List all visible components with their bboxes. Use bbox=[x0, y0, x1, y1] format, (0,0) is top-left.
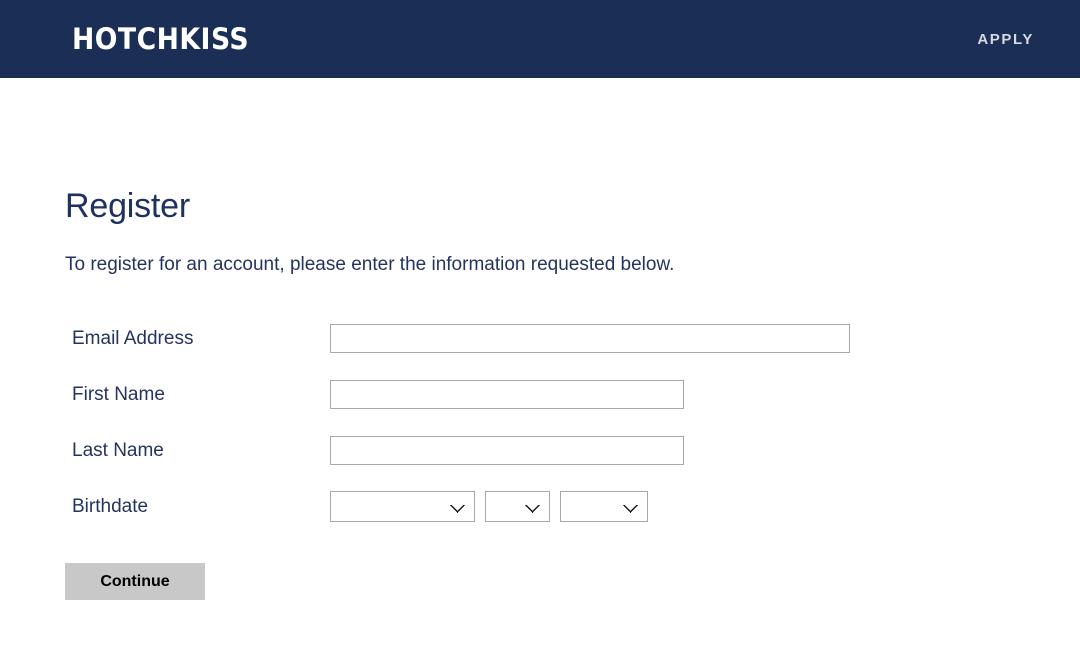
label-first-name: First Name bbox=[72, 383, 165, 405]
site-header: HOTCHKISS APPLY bbox=[0, 0, 1080, 78]
brand-logo[interactable]: HOTCHKISS bbox=[72, 24, 249, 54]
page-title: Register bbox=[65, 187, 191, 225]
birthdate-group bbox=[330, 490, 648, 522]
form-row-last-name: Last Name bbox=[65, 422, 1080, 478]
main-content: Register To register for an account, ple… bbox=[0, 78, 1080, 601]
register-form: Email Address First Name Last Name Birth… bbox=[65, 277, 1080, 601]
submit-row: Continue bbox=[65, 534, 1080, 601]
label-email-address: Email Address bbox=[72, 327, 194, 349]
label-last-name: Last Name bbox=[72, 439, 164, 461]
form-row-email: Email Address bbox=[65, 310, 1080, 366]
label-birthdate: Birthdate bbox=[72, 495, 149, 517]
birthdate-day-select[interactable] bbox=[485, 490, 550, 522]
last-name-input[interactable] bbox=[330, 435, 684, 465]
email-input[interactable] bbox=[330, 323, 850, 353]
birthdate-year-select[interactable] bbox=[560, 490, 648, 522]
form-row-first-name: First Name bbox=[65, 366, 1080, 422]
page-intro-text: To register for an account, please enter… bbox=[65, 254, 675, 276]
continue-button[interactable]: Continue bbox=[65, 563, 205, 601]
apply-link[interactable]: APPLY bbox=[977, 32, 1056, 47]
first-name-input[interactable] bbox=[330, 379, 684, 409]
birthdate-month-select[interactable] bbox=[330, 490, 475, 522]
form-row-birthdate: Birthdate bbox=[65, 478, 1080, 534]
